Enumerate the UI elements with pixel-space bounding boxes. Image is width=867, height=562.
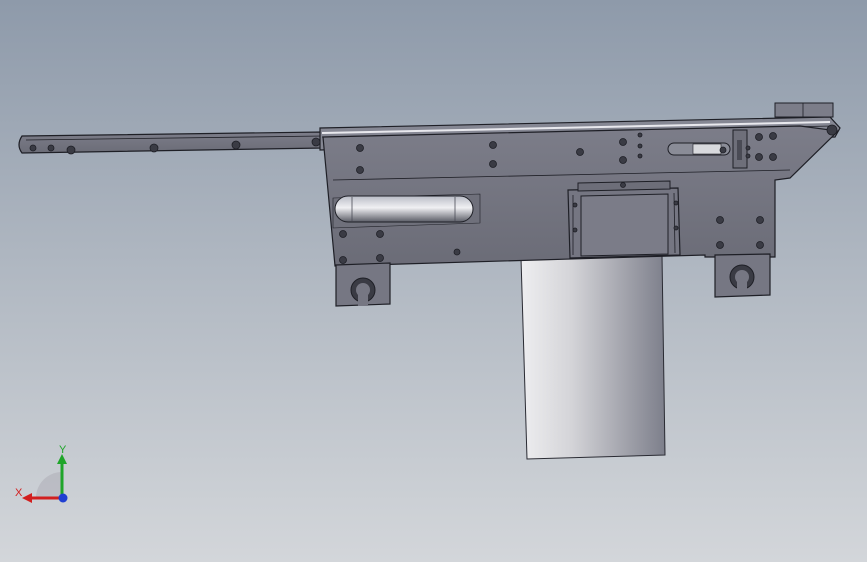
triad-plane xyxy=(36,472,62,498)
x-arrow-icon xyxy=(22,493,32,503)
roller[interactable] xyxy=(334,195,474,223)
left-foot-bracket[interactable] xyxy=(335,262,391,307)
coordinate-triad: Y X xyxy=(12,440,82,510)
right-foot-bracket[interactable] xyxy=(714,253,771,298)
z-axis-dot xyxy=(58,493,68,503)
y-axis-label: Y xyxy=(59,444,67,456)
graphics-viewport[interactable]: Y X xyxy=(0,0,867,562)
cylinder-mount-box[interactable] xyxy=(567,180,681,259)
conveyor-model[interactable] xyxy=(0,0,867,562)
cylinder[interactable] xyxy=(520,254,666,460)
x-axis-label: X xyxy=(15,487,23,499)
